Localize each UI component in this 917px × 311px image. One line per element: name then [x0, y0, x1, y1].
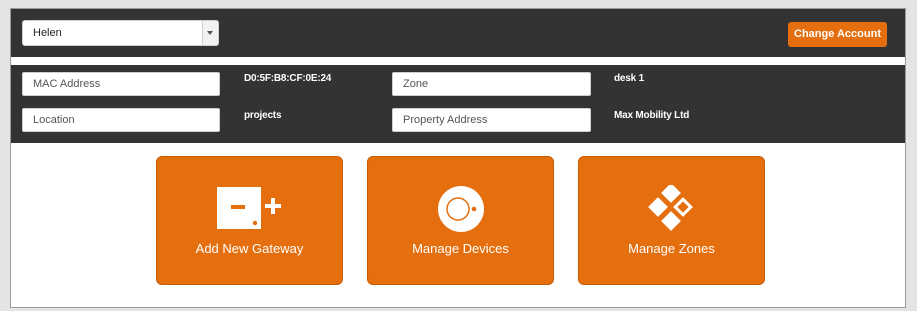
property-address-value: Max Mobility Ltd — [614, 110, 690, 121]
dropdown-toggle[interactable] — [202, 21, 218, 45]
location-value: projects — [244, 110, 282, 121]
tile-label: Manage Devices — [412, 241, 509, 256]
chevron-down-icon — [207, 31, 213, 35]
page-frame: Helen Change Account MAC Address D0:5F:B… — [10, 8, 906, 308]
manage-zones-tile[interactable]: Manage Zones — [578, 156, 765, 285]
gateway-plus-icon — [217, 187, 281, 229]
mac-address-field[interactable]: MAC Address — [22, 72, 220, 96]
top-bar: Helen Change Account — [11, 9, 905, 57]
zone-field[interactable]: Zone — [392, 72, 591, 96]
tile-label: Manage Zones — [628, 241, 715, 256]
account-select[interactable]: Helen — [22, 20, 219, 46]
zone-value: desk 1 — [614, 73, 644, 84]
divider — [11, 57, 905, 65]
manage-devices-tile[interactable]: Manage Devices — [367, 156, 554, 285]
tile-label: Add New Gateway — [195, 241, 304, 256]
device-icon — [438, 186, 484, 232]
property-address-field[interactable]: Property Address — [392, 108, 591, 132]
account-select-value: Helen — [33, 27, 62, 39]
change-account-button[interactable]: Change Account — [788, 22, 887, 47]
info-bar: MAC Address D0:5F:B8:CF:0E:24 Location p… — [11, 65, 905, 143]
zones-icon — [648, 185, 693, 231]
add-new-gateway-tile[interactable]: Add New Gateway — [156, 156, 343, 285]
location-field[interactable]: Location — [22, 108, 220, 132]
mac-address-value: D0:5F:B8:CF:0E:24 — [244, 73, 332, 84]
